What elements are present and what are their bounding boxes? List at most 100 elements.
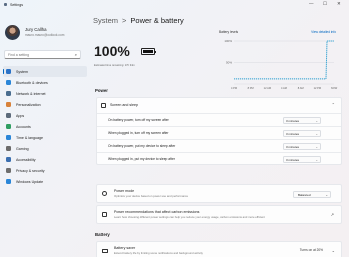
sleep-setting-label: On battery power, turn off my screen aft…	[108, 118, 169, 122]
x-tick-label: NOW	[331, 86, 338, 90]
chevron-down-icon: ⌄	[315, 144, 318, 149]
nav-icon	[6, 80, 11, 85]
breadcrumb-system[interactable]: System	[93, 16, 118, 25]
nav-icon	[6, 146, 11, 151]
sidebar-item-accounts[interactable]: Accounts	[3, 121, 87, 132]
chevron-down-icon: ⌄	[325, 192, 328, 197]
sidebar: Jury Callha mauro.mauro@outlook.com ⌕ Sy…	[0, 10, 88, 257]
timeout-dropdown[interactable]: 3 minutes ⌄	[283, 117, 321, 124]
sidebar-item-label: Privacy & security	[16, 168, 45, 173]
sidebar-nav: System Bluetooth & devices Network & inter…	[3, 66, 87, 187]
nav-icon	[6, 102, 11, 107]
sidebar-item-label: Gaming	[16, 146, 29, 151]
page-title: Power & battery	[130, 16, 184, 25]
settings-app-icon	[4, 3, 7, 6]
timeout-value: 3 minutes	[286, 119, 300, 124]
settings-window: Settings — ☐ ✕ Jury Callha mauro.mauro@o…	[0, 0, 349, 257]
title-bar: Settings — ☐ ✕	[0, 0, 349, 10]
timeout-value: 3 minutes	[286, 158, 300, 163]
x-tick-label: 12 PM	[314, 86, 322, 90]
battery-percentage: 100%	[94, 43, 130, 59]
sidebar-item-network-internet[interactable]: Network & internet	[3, 88, 87, 99]
maximize-button[interactable]: ☐	[323, 1, 327, 7]
nav-icon	[6, 135, 11, 140]
sleep-setting-row: When plugged in, put my device to sleep …	[97, 152, 341, 165]
chevron-down-icon[interactable]: ⌄	[332, 248, 335, 253]
nav-icon	[6, 91, 11, 96]
x-tick-label: 8 PM	[248, 86, 254, 90]
sidebar-item-bluetooth-devices[interactable]: Bluetooth & devices	[3, 77, 87, 88]
sleep-setting-label: When plugged in, put my device to sleep …	[108, 157, 175, 161]
chevron-down-icon: ⌄	[315, 157, 318, 162]
sidebar-item-accessibility[interactable]: Accessibility	[3, 154, 87, 165]
main-content: System > Power & battery 100% Estimated ti…	[92, 10, 349, 257]
sleep-setting-row: When plugged in, turn off my screen afte…	[97, 126, 341, 139]
chevron-up-icon[interactable]: ⌃	[332, 102, 335, 107]
timeout-dropdown[interactable]: 3 minutes ⌄	[283, 156, 321, 163]
power-mode-card: Power mode Optimize your device based on…	[96, 184, 342, 203]
sidebar-item-label: Network & internet	[16, 91, 46, 96]
screen-and-sleep-header[interactable]: Screen and sleep ⌃	[97, 98, 341, 113]
sidebar-item-label: Bluetooth & devices	[16, 80, 48, 85]
nav-icon	[6, 113, 11, 118]
sidebar-item-apps[interactable]: Apps	[3, 110, 87, 121]
breadcrumb-separator: >	[122, 16, 127, 25]
y-tick-label: 50%	[226, 61, 232, 65]
power-section-label: Power	[95, 88, 108, 93]
app-title: Settings	[10, 3, 23, 7]
sleep-setting-label: On battery power, put my device to sleep…	[108, 144, 176, 148]
y-tick-label: 100%	[224, 39, 232, 43]
power-mode-value: Balanced	[298, 193, 311, 198]
user-name: Jury Callha	[25, 27, 47, 32]
energy-recommendations-card[interactable]: Power recommendations that affect carbon…	[96, 205, 342, 224]
chevron-down-icon: ⌄	[315, 131, 318, 136]
battery-saver-status: Turns on at 20%	[299, 248, 323, 252]
power-mode-description: Optimize your device based on power use …	[114, 194, 189, 198]
sidebar-item-system[interactable]: System	[3, 66, 87, 77]
sidebar-item-label: System	[16, 69, 28, 74]
battery-saver-icon	[102, 249, 108, 253]
search-box[interactable]: ⌕	[4, 50, 81, 59]
minimize-button[interactable]: —	[309, 1, 314, 6]
sidebar-item-windows-update[interactable]: Windows Update	[3, 176, 87, 187]
timeout-dropdown[interactable]: 3 minutes ⌄	[283, 143, 321, 150]
timeout-value: 3 minutes	[286, 132, 300, 137]
sidebar-item-gaming[interactable]: Gaming	[3, 143, 87, 154]
sidebar-item-label: Accounts	[16, 124, 31, 129]
x-tick-label: 4 AM	[281, 86, 287, 90]
nav-icon	[6, 168, 11, 173]
timeout-value: 3 minutes	[286, 145, 300, 150]
open-external-icon[interactable]: ↗	[331, 212, 334, 217]
sidebar-item-label: Accessibility	[16, 157, 36, 162]
sleep-setting-row: On battery power, turn off my screen aft…	[97, 113, 341, 126]
energy-recommendations-title: Power recommendations that affect carbon…	[114, 210, 200, 214]
monitor-icon	[101, 103, 106, 108]
battery-saver-description: Extend battery life by limiting some not…	[114, 251, 203, 255]
sidebar-item-time-language[interactable]: Time & language	[3, 132, 87, 143]
x-tick-label: 4 PM	[231, 86, 237, 90]
sidebar-item-privacy-security[interactable]: Privacy & security	[3, 165, 87, 176]
close-button[interactable]: ✕	[337, 1, 341, 7]
search-icon[interactable]: ⌕	[75, 52, 77, 57]
avatar[interactable]	[5, 25, 20, 40]
sidebar-item-personalization[interactable]: Personalization	[3, 99, 87, 110]
timeout-dropdown[interactable]: 3 minutes ⌄	[283, 130, 321, 137]
battery-estimate: Estimated time remaining: 17h 34m	[94, 64, 135, 67]
battery-section-label: Battery	[95, 232, 110, 237]
battery-icon	[141, 48, 156, 55]
search-input[interactable]	[8, 52, 68, 58]
power-mode-dropdown[interactable]: Balanced ⌄	[293, 191, 331, 198]
sidebar-item-label: Personalization	[16, 102, 41, 107]
chevron-down-icon: ⌄	[315, 118, 318, 123]
breadcrumb: System > Power & battery	[93, 16, 184, 25]
sleep-rows: On battery power, turn off my screen aft…	[97, 113, 341, 165]
screen-and-sleep-label: Screen and sleep	[110, 103, 138, 107]
sidebar-item-label: Time & language	[16, 135, 44, 140]
power-mode-icon	[102, 191, 107, 196]
leaf-icon	[102, 212, 107, 217]
sidebar-item-label: Apps	[16, 113, 25, 118]
nav-icon	[6, 124, 11, 129]
x-tick-label: 12 AM	[264, 86, 271, 90]
battery-saver-card[interactable]: Battery saver Extend battery life by lim…	[96, 241, 342, 257]
nav-icon	[6, 157, 11, 162]
